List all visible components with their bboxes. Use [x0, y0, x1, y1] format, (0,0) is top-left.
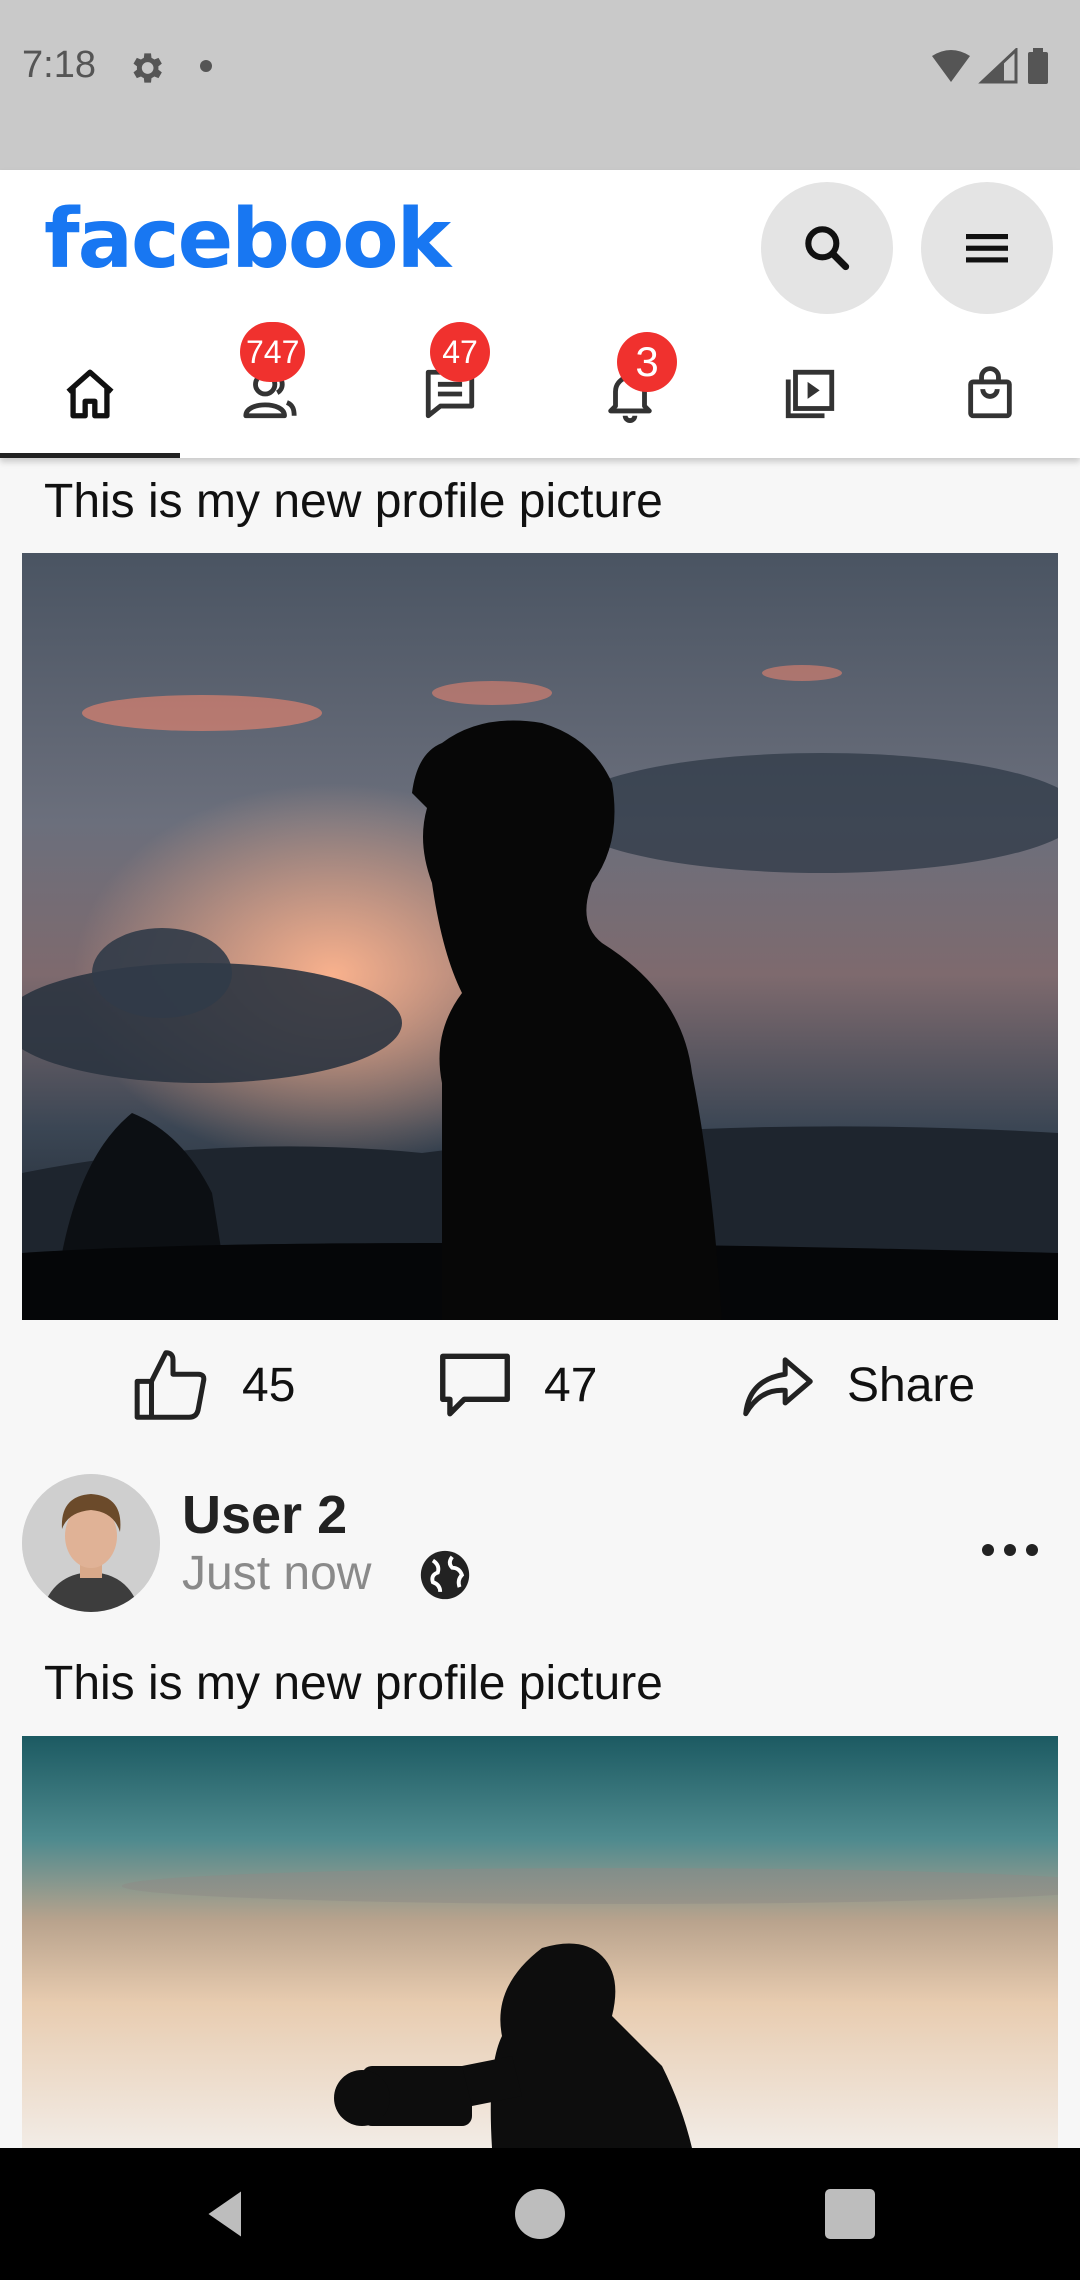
silhouette-sunset-photo — [22, 553, 1058, 1320]
search-button[interactable] — [761, 182, 893, 314]
post-time: Just now — [182, 1547, 372, 1600]
comment-button[interactable]: 47 — [432, 1330, 597, 1440]
post-image-2[interactable] — [22, 1736, 1058, 2148]
facebook-logo[interactable]: facebook — [44, 192, 451, 287]
search-icon — [805, 226, 850, 271]
home-circle-icon[interactable] — [510, 2184, 570, 2244]
post-caption-2: This is my new profile picture — [44, 1657, 663, 1710]
menu-icon — [966, 234, 1008, 263]
like-count: 45 — [242, 1358, 296, 1412]
post-image[interactable] — [22, 553, 1058, 1320]
tab-active-indicator — [0, 453, 180, 458]
system-nav-bar — [0, 2148, 1080, 2280]
bag-icon — [968, 366, 1012, 419]
notifications-badge: 3 — [617, 332, 677, 392]
home-icon — [66, 369, 114, 419]
author-name[interactable]: User 2 — [182, 1484, 347, 1546]
battery-icon — [1028, 52, 1048, 84]
share-label: Share — [847, 1358, 976, 1412]
dot-icon — [200, 60, 212, 72]
user-avatar-photo — [22, 1474, 160, 1612]
status-time: 7:18 — [22, 44, 96, 86]
friends-badge: 747 — [240, 322, 306, 382]
globe-icon — [420, 1550, 470, 1600]
back-icon[interactable] — [196, 2184, 256, 2244]
recents-icon[interactable] — [820, 2184, 880, 2244]
gear-icon — [133, 53, 162, 83]
more-options-icon[interactable] — [980, 1538, 1040, 1562]
tab-bar: 747 47 3 — [0, 322, 1080, 458]
avatar[interactable] — [22, 1474, 160, 1612]
tab-watch[interactable] — [720, 330, 900, 458]
status-icons — [932, 48, 1048, 84]
post-header: User 2 Just now — [0, 1470, 1080, 1620]
photographer-silhouette-photo — [22, 1736, 1058, 2148]
tab-home[interactable] — [0, 330, 180, 458]
status-bar: 7:18 — [0, 0, 1080, 170]
messages-badge: 47 — [430, 322, 490, 382]
thumbs-up-icon — [134, 1350, 207, 1420]
share-button[interactable]: Share — [735, 1330, 975, 1440]
video-icon — [785, 369, 835, 419]
share-arrow-icon — [743, 1357, 813, 1417]
menu-button[interactable] — [921, 182, 1053, 314]
comment-icon — [440, 1353, 510, 1417]
post-caption: This is my new profile picture — [44, 475, 663, 528]
wifi-icon — [932, 50, 970, 82]
tab-marketplace[interactable] — [900, 330, 1080, 458]
post-action-bar: 45 47 Share — [0, 1330, 1080, 1440]
comment-count: 47 — [544, 1358, 598, 1412]
like-button[interactable]: 45 — [130, 1330, 295, 1440]
app-header: facebook 747 47 3 — [0, 170, 1080, 458]
